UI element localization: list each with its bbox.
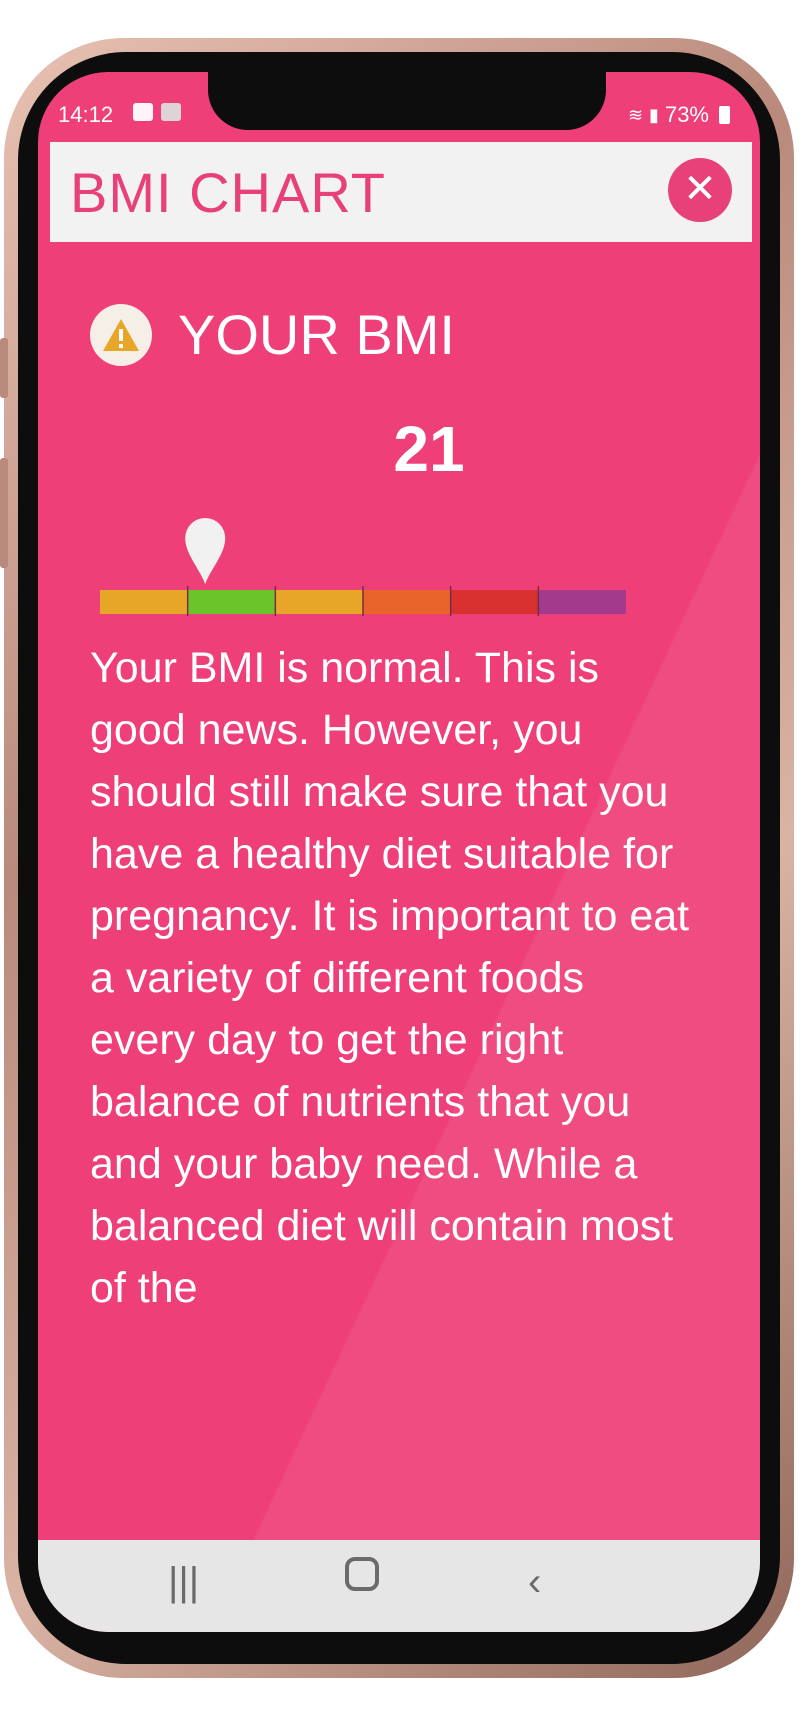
phone-side-button: [0, 338, 8, 398]
status-notifications: [133, 103, 181, 121]
battery-icon: [719, 106, 730, 124]
close-icon: ✕: [683, 167, 717, 211]
gallery-icon: [133, 103, 153, 121]
scale-segment: [275, 590, 363, 614]
app-screen: 14:12 ≋ ▮ 73% BMI CHART ✕ YOUR BMI 21 15…: [38, 72, 760, 1632]
app-header: BMI CHART ✕: [50, 142, 752, 242]
scale-segment: [538, 590, 626, 614]
calendar-icon: [161, 103, 181, 121]
signal-icon: ▮: [649, 104, 659, 125]
recents-icon[interactable]: |||: [168, 1560, 199, 1605]
phone-volume-button: [0, 458, 8, 568]
home-icon[interactable]: [344, 1556, 380, 1602]
bmi-marker-pin: [185, 517, 226, 584]
scale-segment: [187, 590, 276, 614]
bmi-description: Your BMI is normal. This is good news. H…: [90, 644, 690, 1312]
bmi-heading-label: YOUR BMI: [178, 303, 455, 366]
wifi-icon: ≋: [627, 104, 644, 125]
navigation-bar: ||| ‹: [38, 1540, 760, 1632]
status-system: ≋ ▮ 73%: [628, 102, 730, 128]
camera-notch: [208, 72, 606, 130]
scale-segment: [100, 590, 188, 614]
back-icon[interactable]: ‹: [528, 1560, 541, 1605]
battery-level: 73%: [664, 102, 709, 127]
close-button[interactable]: ✕: [668, 158, 732, 222]
scale-segment: [450, 590, 539, 614]
scale-segment: [363, 590, 451, 614]
status-time: 14:12: [58, 102, 114, 127]
bmi-heading: YOUR BMI: [90, 302, 455, 367]
page-title: BMI CHART: [70, 161, 386, 224]
warning-icon: [90, 303, 152, 366]
bmi-scale: 15202530354045: [100, 517, 626, 616]
